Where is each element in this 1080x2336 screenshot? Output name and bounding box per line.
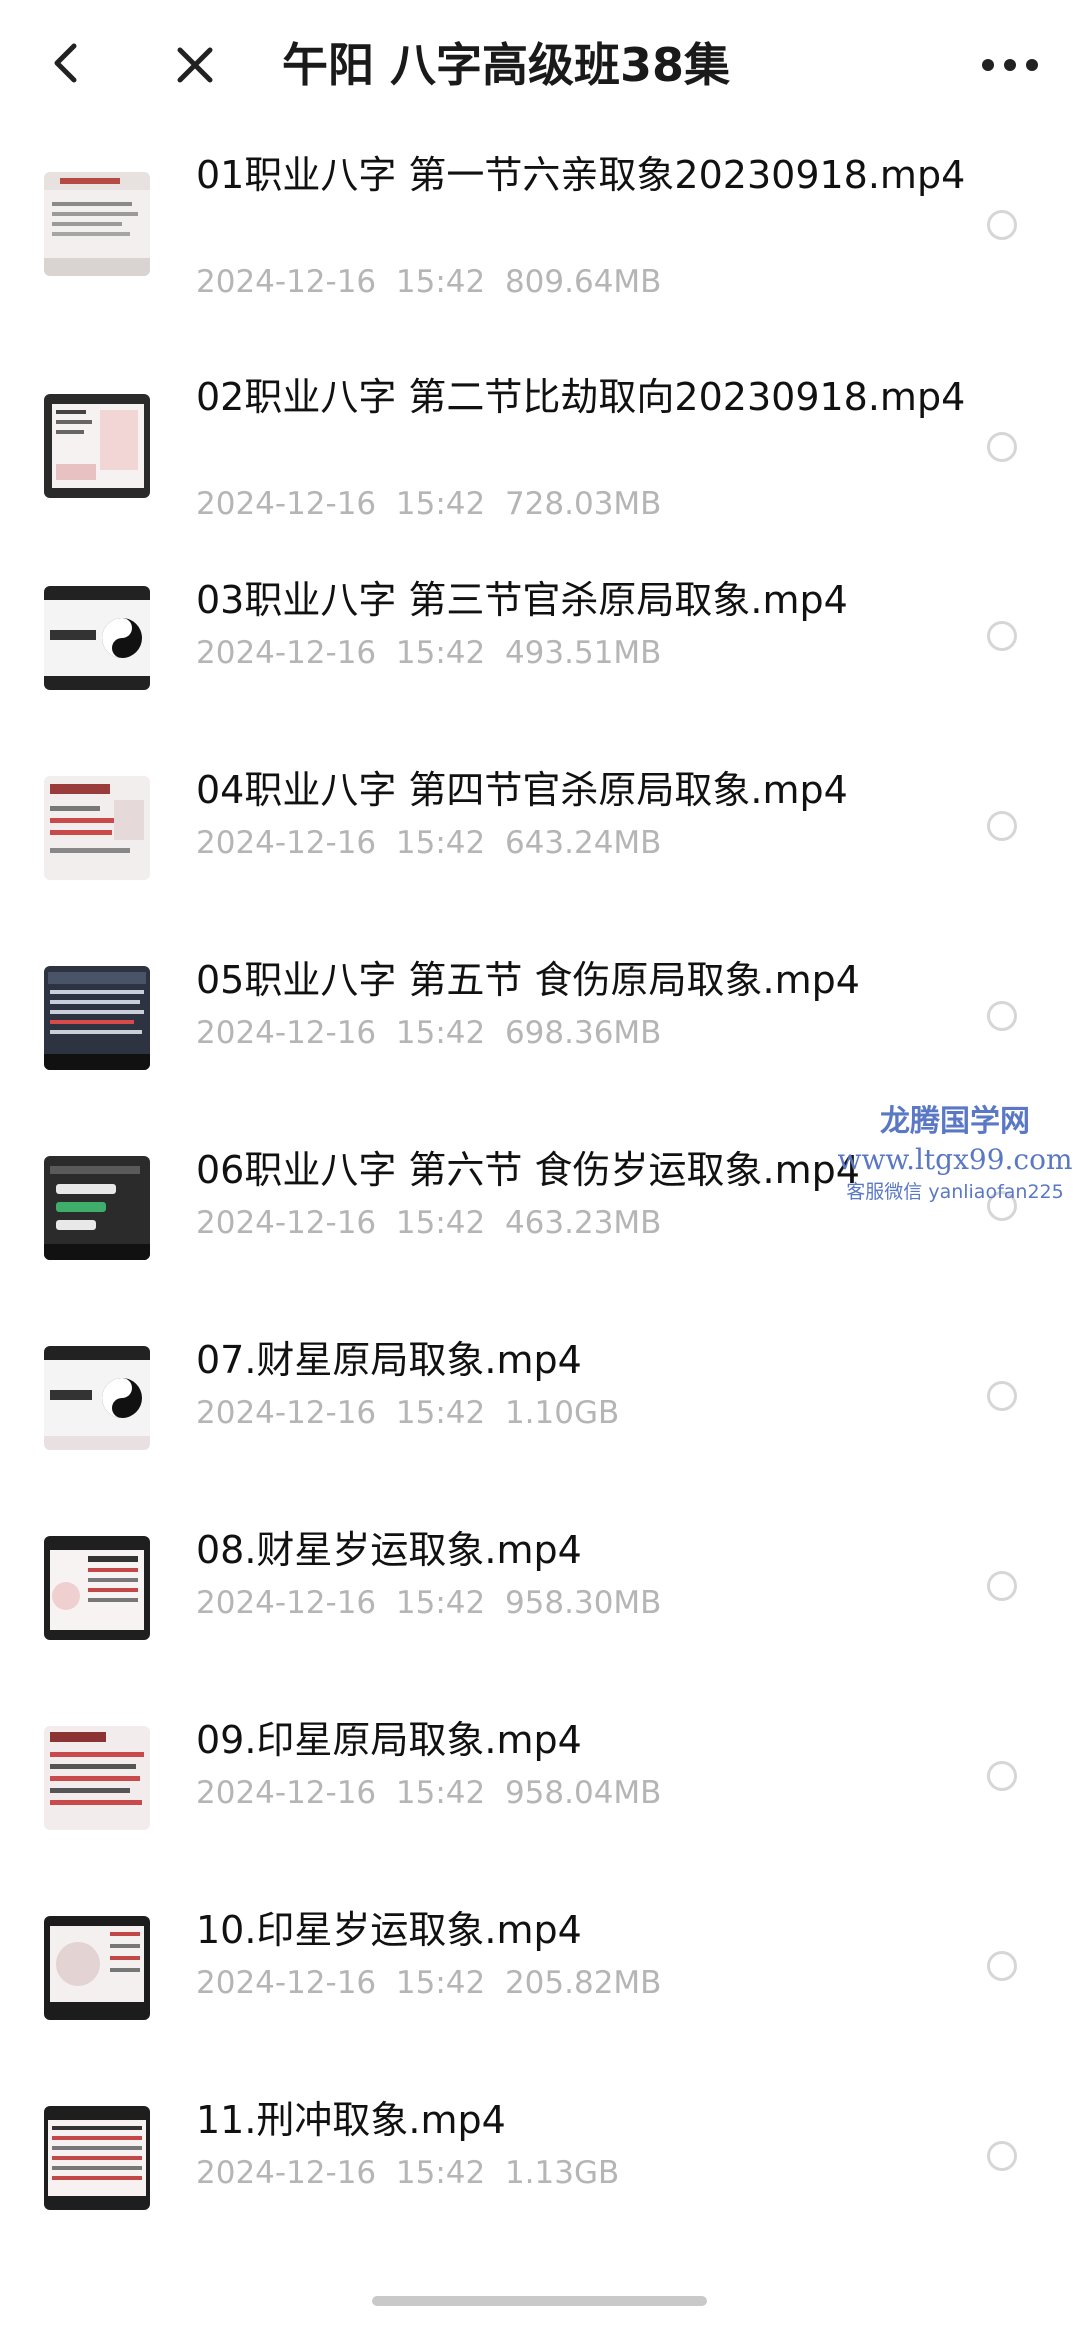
file-size: 1.10GB	[504, 1395, 620, 1431]
file-date: 2024-12-16	[196, 1395, 377, 1431]
file-name: 10.印星岁运取象.mp4	[196, 1908, 582, 1952]
file-size: 1.13GB	[504, 2155, 620, 2191]
file-item[interactable]: 02职业八字 第二节比劫取向20230918.mp4 2024-12-16 15…	[0, 352, 1080, 542]
file-item[interactable]: 01职业八字 第一节六亲取象20230918.mp4 2024-12-16 15…	[0, 130, 1080, 320]
file-meta: 2024-12-16 15:42 1.13GB	[196, 2153, 619, 2193]
file-name: 02职业八字 第二节比劫取向20230918.mp4	[196, 375, 966, 419]
video-thumbnail	[44, 1726, 150, 1830]
video-thumbnail	[44, 586, 150, 690]
file-item[interactable]: 08.财星岁运取象.mp4 2024-12-16 15:42 958.30MB	[0, 1526, 1080, 1716]
file-size: 728.03MB	[504, 486, 662, 522]
file-size: 809.64MB	[504, 264, 662, 300]
file-name: 08.财星岁运取象.mp4	[196, 1528, 582, 1572]
file-date: 2024-12-16	[196, 2155, 377, 2191]
select-radio[interactable]	[987, 621, 1017, 651]
file-date: 2024-12-16	[196, 1965, 377, 2001]
file-item[interactable]: 04职业八字 第四节官杀原局取象.mp4 2024-12-16 15:42 64…	[0, 766, 1080, 956]
select-radio[interactable]	[987, 1381, 1017, 1411]
file-meta: 2024-12-16 15:42 463.23MB	[196, 1203, 661, 1243]
file-date: 2024-12-16	[196, 825, 377, 861]
file-meta: 2024-12-16 15:42 643.24MB	[196, 823, 661, 863]
select-radio[interactable]	[987, 432, 1017, 462]
file-size: 958.30MB	[504, 1585, 662, 1621]
more-button[interactable]	[975, 40, 1045, 90]
file-date: 2024-12-16	[196, 264, 377, 300]
file-time: 15:42	[395, 1585, 486, 1621]
file-meta: 2024-12-16 15:42 809.64MB	[196, 262, 661, 302]
file-size: 493.51MB	[504, 635, 662, 671]
file-item[interactable]: 03职业八字 第三节官杀原局取象.mp4 2024-12-16 15:42 49…	[0, 576, 1080, 766]
file-item[interactable]: 07.财星原局取象.mp4 2024-12-16 15:42 1.10GB	[0, 1336, 1080, 1526]
more-horizontal-icon	[982, 59, 1038, 71]
file-meta: 2024-12-16 15:42 1.10GB	[196, 1393, 619, 1433]
file-name: 11.刑冲取象.mp4	[196, 2098, 506, 2142]
file-size: 958.04MB	[504, 1775, 662, 1811]
video-thumbnail	[44, 966, 150, 1070]
file-date: 2024-12-16	[196, 635, 377, 671]
file-date: 2024-12-16	[196, 1585, 377, 1621]
file-meta: 2024-12-16 15:42 958.04MB	[196, 1773, 661, 1813]
select-radio[interactable]	[987, 1571, 1017, 1601]
back-button[interactable]	[42, 38, 92, 88]
select-radio[interactable]	[987, 1191, 1017, 1221]
file-meta: 2024-12-16 15:42 728.03MB	[196, 484, 661, 524]
file-size: 698.36MB	[504, 1015, 662, 1051]
file-item[interactable]: 10.印星岁运取象.mp4 2024-12-16 15:42 205.82MB	[0, 1906, 1080, 2096]
file-name: 03职业八字 第三节官杀原局取象.mp4	[196, 578, 848, 622]
close-icon	[177, 47, 213, 83]
file-size: 463.23MB	[504, 1205, 662, 1241]
file-name: 01职业八字 第一节六亲取象20230918.mp4	[196, 153, 966, 197]
select-radio[interactable]	[987, 1761, 1017, 1791]
file-meta: 2024-12-16 15:42 493.51MB	[196, 633, 661, 673]
file-meta: 2024-12-16 15:42 205.82MB	[196, 1963, 661, 2003]
file-time: 15:42	[395, 264, 486, 300]
file-meta: 2024-12-16 15:42 698.36MB	[196, 1013, 661, 1053]
file-date: 2024-12-16	[196, 1205, 377, 1241]
file-time: 15:42	[395, 1205, 486, 1241]
video-thumbnail	[44, 2106, 150, 2210]
file-time: 15:42	[395, 486, 486, 522]
file-name: 09.印星原局取象.mp4	[196, 1718, 582, 1762]
file-item[interactable]: 11.刑冲取象.mp4 2024-12-16 15:42 1.13GB	[0, 2096, 1080, 2286]
video-thumbnail	[44, 1156, 150, 1260]
file-date: 2024-12-16	[196, 1015, 377, 1051]
file-time: 15:42	[395, 1015, 486, 1051]
file-date: 2024-12-16	[196, 486, 377, 522]
video-thumbnail	[44, 1536, 150, 1640]
file-name: 06职业八字 第六节 食伤岁运取象.mp4	[196, 1148, 860, 1192]
select-radio[interactable]	[987, 811, 1017, 841]
video-thumbnail	[44, 1346, 150, 1450]
select-radio[interactable]	[987, 2141, 1017, 2171]
close-button[interactable]	[170, 40, 220, 90]
select-radio[interactable]	[987, 210, 1017, 240]
file-time: 15:42	[395, 635, 486, 671]
chevron-left-icon	[54, 43, 77, 83]
video-thumbnail	[44, 172, 150, 276]
file-date: 2024-12-16	[196, 1775, 377, 1811]
file-name: 07.财星原局取象.mp4	[196, 1338, 582, 1382]
file-name: 04职业八字 第四节官杀原局取象.mp4	[196, 768, 848, 812]
file-meta: 2024-12-16 15:42 958.30MB	[196, 1583, 661, 1623]
file-time: 15:42	[395, 1775, 486, 1811]
file-time: 15:42	[395, 1965, 486, 2001]
select-radio[interactable]	[987, 1001, 1017, 1031]
file-time: 15:42	[395, 2155, 486, 2191]
file-item[interactable]: 09.印星原局取象.mp4 2024-12-16 15:42 958.04MB	[0, 1716, 1080, 1906]
file-time: 15:42	[395, 825, 486, 861]
video-thumbnail	[44, 1916, 150, 2020]
file-item[interactable]: 05职业八字 第五节 食伤原局取象.mp4 2024-12-16 15:42 6…	[0, 956, 1080, 1146]
file-size: 643.24MB	[504, 825, 662, 861]
video-thumbnail	[44, 776, 150, 880]
top-bar: 午阳 八字高级班38集	[0, 0, 1080, 130]
home-indicator[interactable]	[372, 2296, 707, 2306]
file-time: 15:42	[395, 1395, 486, 1431]
select-radio[interactable]	[987, 1951, 1017, 1981]
file-name: 05职业八字 第五节 食伤原局取象.mp4	[196, 958, 860, 1002]
file-size: 205.82MB	[504, 1965, 662, 2001]
page-title: 午阳 八字高级班38集	[282, 38, 731, 92]
video-thumbnail	[44, 394, 150, 498]
file-item[interactable]: 06职业八字 第六节 食伤岁运取象.mp4 2024-12-16 15:42 4…	[0, 1146, 1080, 1336]
